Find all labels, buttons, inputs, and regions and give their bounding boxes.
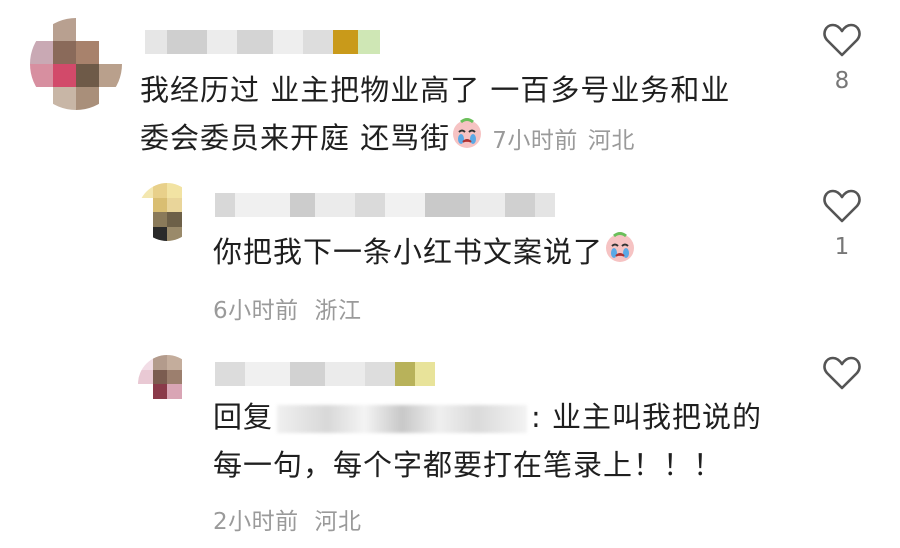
username-blurred[interactable] [215, 193, 555, 217]
comment-text-body: 你把我下一条小红书文案说了 [213, 235, 604, 269]
username-blurred[interactable] [215, 362, 445, 386]
comment-location: 河北 [587, 128, 635, 154]
username-blurred[interactable] [145, 30, 380, 54]
like-button[interactable]: 8 [812, 22, 872, 94]
avatar[interactable] [138, 355, 196, 413]
mentioned-user-blurred[interactable] [277, 405, 528, 433]
comment-text-line-2-text: 委会委员来开庭 还骂街 [140, 121, 451, 155]
comment-text: 回复 : 业主叫我把说的 每一句，每个字都要打在笔录上！！！ [213, 393, 803, 489]
comment-text-line-1: 我经历过 业主把物业高了 一百多号业务和业 [140, 73, 731, 107]
comment-text-line-1: 回复 : 业主叫我把说的 [213, 393, 803, 441]
comment-time: 6小时前 [213, 298, 299, 324]
comment-meta: 2小时前 河北 [213, 502, 361, 536]
avatar[interactable] [30, 18, 122, 110]
comment-text-line-2: 每一句，每个字都要打在笔录上！！！ [213, 448, 724, 482]
comment-time: 2小时前 [213, 509, 299, 535]
comment-text-line-1-text: : 业主叫我把说的 [531, 400, 763, 434]
like-button[interactable] [812, 355, 872, 391]
comment-time: 7小时前 [492, 128, 578, 154]
crying-face-emoji-icon [603, 230, 637, 278]
reply-prefix: 回复 [213, 400, 274, 434]
avatar[interactable] [138, 183, 196, 241]
like-button[interactable]: 1 [812, 188, 872, 260]
crying-face-emoji-icon [450, 116, 484, 164]
comment-text: 我经历过 业主把物业高了 一百多号业务和业 委会委员来开庭 还骂街 7小时前 河北 [140, 66, 800, 165]
comment-text-line-2: 委会委员来开庭 还骂街 7小时前 河北 [140, 114, 800, 165]
comment-meta: 6小时前 浙江 [213, 291, 361, 325]
like-count: 8 [834, 68, 850, 94]
comment-text: 你把我下一条小红书文案说了 [213, 228, 803, 278]
comment-location: 河北 [314, 509, 362, 535]
comment-location: 浙江 [314, 298, 362, 324]
heart-outline-icon[interactable] [812, 22, 872, 58]
like-count: 1 [834, 234, 850, 260]
heart-outline-icon[interactable] [812, 355, 872, 391]
heart-outline-icon[interactable] [812, 188, 872, 224]
